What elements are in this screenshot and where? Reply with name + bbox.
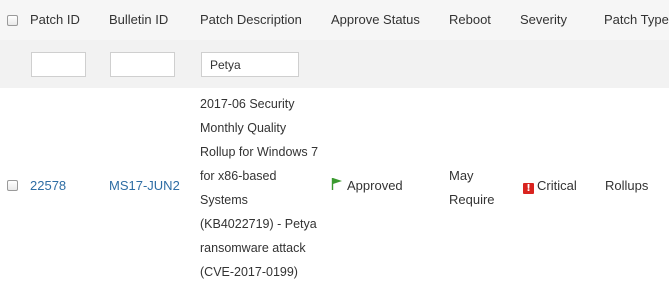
column-header-approve-status[interactable]: Approve Status [331,0,420,40]
patch-type-cell: Rollups [605,178,649,193]
column-header-severity[interactable]: Severity [520,0,567,40]
bulletin-id-filter-input[interactable] [110,52,175,77]
critical-exclamation-icon: ! [523,183,534,194]
select-all-checkbox[interactable] [7,15,18,26]
row-select-checkbox[interactable] [7,180,18,191]
column-header-patch-id[interactable]: Patch ID [30,0,80,40]
patch-description-line: ransomware attack [200,241,306,255]
approve-status-cell: Approved [331,176,403,196]
patch-description-cell: 2017-06 Security Monthly Quality Rollup … [200,92,335,284]
table-header-row: Patch ID Bulletin ID Patch Description A… [0,0,669,41]
patch-description-line: 2017-06 Security [200,97,295,111]
patch-description-line: for x86-based [200,169,277,183]
patch-id-filter-input[interactable] [31,52,86,77]
severity-text: Critical [537,178,577,193]
reboot-cell: May Require [449,164,509,212]
approve-status-text: Approved [347,178,403,193]
green-flag-icon [331,178,342,190]
patch-description-line: Monthly Quality [200,121,287,135]
bulletin-id-link[interactable]: MS17-JUN2 [109,176,180,196]
patch-description-line: Systems [200,193,248,207]
patch-id-link[interactable]: 22578 [30,176,66,196]
table-filter-row [0,40,669,89]
column-header-bulletin-id[interactable]: Bulletin ID [109,0,168,40]
reboot-line: Require [449,192,495,207]
column-header-patch-description[interactable]: Patch Description [200,0,302,40]
patch-description-line: (CVE-2017-0199) [200,265,298,279]
patch-description-line: (KB4022719) - Petya [200,217,317,231]
column-header-reboot[interactable]: Reboot [449,0,491,40]
column-header-patch-type[interactable]: Patch Type [604,0,669,40]
severity-cell: ! Critical [523,176,577,196]
patch-description-filter-input[interactable] [201,52,299,77]
reboot-line: May [449,168,474,183]
patch-description-line: Rollup for Windows 7 [200,145,319,159]
